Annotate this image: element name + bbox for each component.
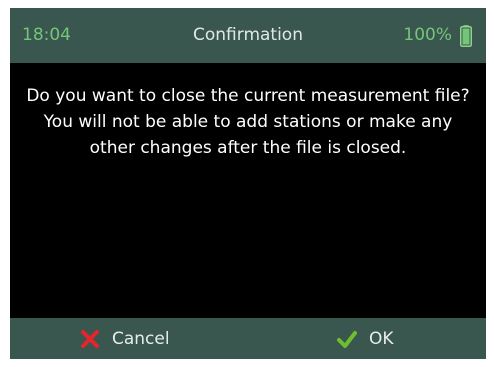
ok-label: OK	[369, 328, 394, 349]
ok-button[interactable]: OK	[337, 318, 394, 359]
device-screen: 18:04 Confirmation 100% Do you want to c…	[10, 8, 486, 359]
x-icon	[81, 329, 99, 348]
battery-full-icon	[460, 25, 472, 47]
softkey-bar: Cancel OK	[10, 318, 486, 359]
status-bar: 18:04 Confirmation 100%	[10, 8, 486, 63]
battery-level: 100%	[403, 25, 452, 45]
checkmark-icon	[337, 330, 357, 348]
confirmation-message: Do you want to close the current measure…	[26, 86, 470, 158]
cancel-button[interactable]: Cancel	[80, 318, 170, 359]
cancel-label: Cancel	[112, 328, 170, 349]
